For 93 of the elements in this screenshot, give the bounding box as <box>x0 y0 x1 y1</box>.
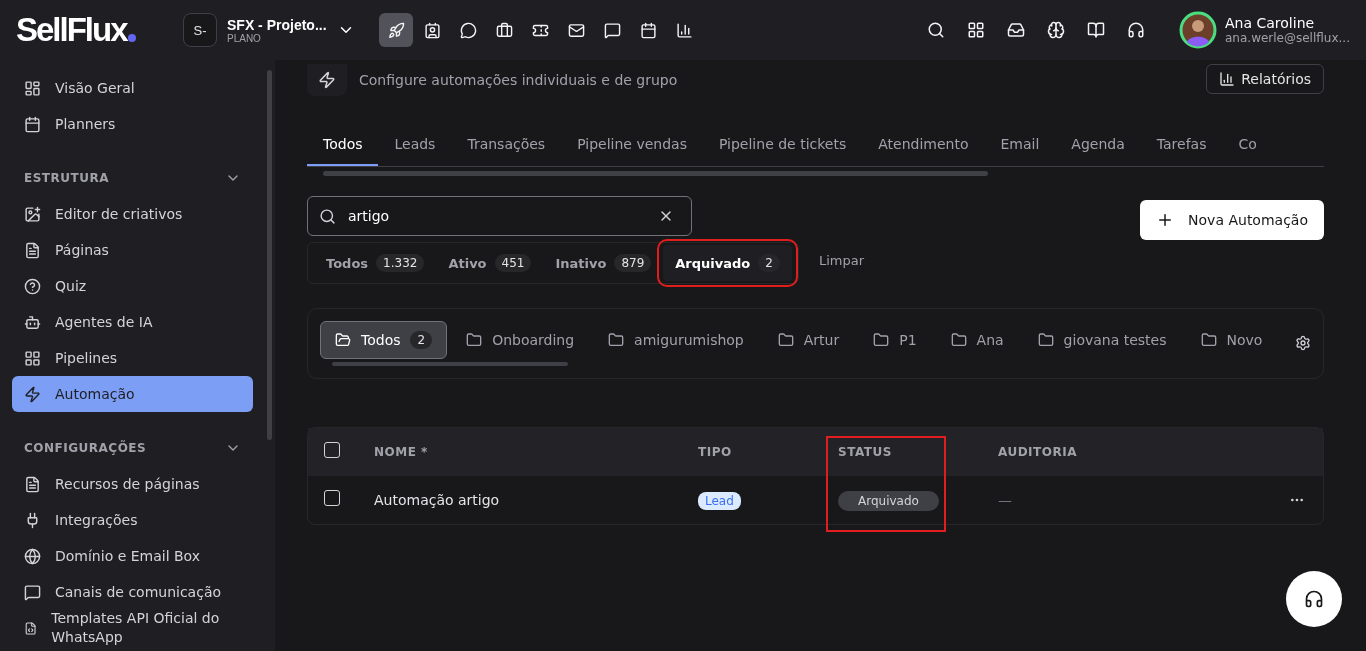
folder-tab[interactable]: Novo <box>1185 321 1278 359</box>
tab[interactable]: Todos <box>307 126 379 166</box>
status-filter[interactable]: Inativo 879 <box>543 245 664 281</box>
app-nav-button[interactable] <box>379 13 413 47</box>
document-icon <box>24 475 41 493</box>
rocket-icon <box>387 21 405 39</box>
logo-dot-icon <box>127 34 136 42</box>
folder-tab[interactable]: giovana testes <box>1022 321 1182 359</box>
calendar-icon <box>24 115 41 133</box>
sidebar-item[interactable]: Editor de criativos <box>12 196 253 232</box>
select-all-checkbox[interactable] <box>324 442 340 458</box>
folder-icon <box>1037 332 1054 348</box>
sidebar-item[interactable]: Agentes de IA <box>12 304 253 340</box>
row-checkbox[interactable] <box>324 490 340 506</box>
robot-icon <box>24 313 41 331</box>
user-email: ana.werle@sellflux... <box>1225 31 1350 45</box>
scrollbar[interactable] <box>323 171 988 176</box>
tab[interactable]: Agenda <box>1055 126 1141 166</box>
status-filter[interactable]: Todos 1.332 <box>314 245 437 281</box>
calendar-icon <box>639 21 657 39</box>
dashboard-icon <box>24 79 41 97</box>
column-header[interactable]: TIPO <box>698 445 838 459</box>
column-header[interactable]: AUDITORIA <box>998 445 1283 459</box>
code-file-icon <box>24 619 38 637</box>
sidebar-item[interactable]: Canais de comunicação <box>12 574 253 610</box>
grid-icon <box>24 349 41 367</box>
tab[interactable]: Pipeline de tickets <box>702 126 863 166</box>
tab[interactable]: Co <box>1222 126 1273 166</box>
table-cell-text: — <box>998 492 1013 508</box>
sellflux-logo[interactable]: SellFlux <box>16 11 127 49</box>
sidebar-item[interactable]: Automação <box>12 376 253 412</box>
tab[interactable]: Tarefas <box>1140 126 1223 166</box>
folder-icon <box>608 332 625 348</box>
sidebar-item[interactable]: Recursos de páginas <box>12 466 253 502</box>
document-icon <box>24 241 41 259</box>
lightning-icon <box>24 385 41 403</box>
sidebar-item[interactable]: Visão Geral <box>12 70 253 106</box>
folder-icon <box>873 332 890 348</box>
sidebar-section-header[interactable]: ESTRUTURA <box>12 160 253 196</box>
sidebar-item[interactable]: Integrações <box>12 502 253 538</box>
reports-button[interactable]: Relatórios <box>1206 64 1324 94</box>
folder-icon <box>466 332 483 348</box>
tab[interactable]: Email <box>984 126 1056 166</box>
folder-tab[interactable]: P1 <box>858 321 932 359</box>
new-automation-button[interactable]: Nova Automação <box>1140 200 1324 240</box>
image-plus-icon <box>24 205 41 223</box>
clear-link[interactable]: Limpar <box>812 251 871 269</box>
tab[interactable]: Atendimento <box>862 126 985 166</box>
bar-chart-icon <box>1219 71 1236 87</box>
automation-name[interactable]: Automação artigo <box>374 492 698 508</box>
folder-tab[interactable]: Artur <box>762 321 855 359</box>
mail-icon <box>567 21 585 39</box>
folder-tab[interactable]: amigurumishop <box>593 321 759 359</box>
chat-bubble-icon <box>459 21 477 39</box>
folder-tab[interactable]: Todos 2 <box>320 321 448 359</box>
contact-card-icon <box>423 21 441 39</box>
folder-icon <box>950 332 967 348</box>
tab[interactable]: Transações <box>451 126 562 166</box>
globe-icon <box>24 547 41 565</box>
search-icon <box>319 208 336 225</box>
open-folder-icon <box>335 332 351 348</box>
tab[interactable]: Leads <box>378 126 452 166</box>
sidebar-item[interactable]: Domínio e Email Box <box>12 538 253 574</box>
page-subtitle: Configure automações individuais e de grupo <box>359 72 678 88</box>
sidebar-item[interactable]: Páginas <box>12 232 253 268</box>
column-header[interactable]: NOME * <box>374 445 698 459</box>
briefcase-icon <box>495 21 513 39</box>
user-name: Ana Caroline <box>1225 15 1316 31</box>
lightning-icon <box>307 64 347 96</box>
status-filter[interactable]: Ativo 451 <box>436 245 544 281</box>
scrollbar[interactable] <box>267 70 272 440</box>
tab[interactable]: Pipeline vendas <box>561 126 703 166</box>
user-avatar[interactable] <box>1179 11 1217 49</box>
folder-tab[interactable]: Ana <box>935 321 1019 359</box>
sidebar-item[interactable]: Templates API Oficial do WhatsApp <box>12 610 253 646</box>
sidebar-section-header[interactable]: CONFIGURAÇÕES <box>12 430 253 466</box>
scrollbar[interactable] <box>332 362 568 366</box>
headset-icon <box>1304 589 1324 609</box>
search-field[interactable]: artigo <box>307 196 692 236</box>
workspace-selector[interactable]: S- SFX - Projeto... PLANO <box>183 13 379 47</box>
sidebar-item[interactable]: Pipelines <box>12 340 253 376</box>
help-icon <box>24 277 41 295</box>
support-button[interactable] <box>1286 571 1342 627</box>
folder-icon <box>777 332 794 348</box>
folder-tab[interactable]: Onboarding <box>451 321 590 359</box>
sidebar-item[interactable]: Quiz <box>12 268 253 304</box>
bar-chart-icon <box>675 21 693 39</box>
sidebar-item[interactable]: Planners <box>12 106 253 142</box>
status-badge: Arquivado <box>838 491 939 511</box>
settings-icon[interactable] <box>1295 335 1311 351</box>
folder-icon <box>1200 332 1217 348</box>
type-tag: Lead <box>698 492 741 510</box>
column-header[interactable]: STATUS <box>838 445 998 459</box>
